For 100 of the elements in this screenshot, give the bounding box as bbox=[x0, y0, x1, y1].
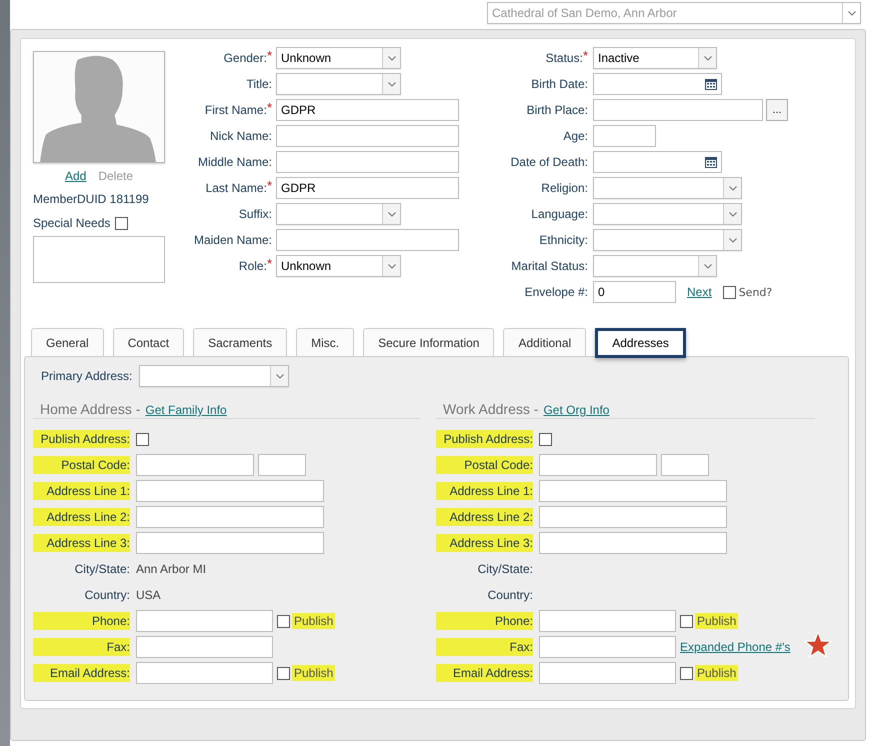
field-label: Maiden Name: bbox=[194, 233, 272, 247]
field-label: Birth Place: bbox=[526, 103, 588, 117]
tab[interactable]: Contact bbox=[112, 328, 184, 356]
text-field[interactable] bbox=[539, 506, 727, 528]
field-label: Title: bbox=[246, 77, 272, 91]
section-title: Home Address - bbox=[40, 401, 140, 417]
text-field[interactable] bbox=[136, 610, 273, 632]
tab[interactable]: General bbox=[31, 328, 104, 356]
text-field[interactable] bbox=[539, 532, 727, 554]
text-field[interactable] bbox=[661, 454, 709, 476]
text-field[interactable] bbox=[136, 662, 273, 684]
field-label: Address Line 1: bbox=[436, 482, 533, 500]
field-label: Publish Address: bbox=[33, 430, 130, 448]
field-label: Country: bbox=[84, 587, 130, 604]
checkbox[interactable] bbox=[680, 614, 693, 628]
tab[interactable]: Additional bbox=[503, 328, 586, 356]
text-field[interactable]: GDPR bbox=[276, 177, 459, 199]
browse-button[interactable]: ... bbox=[766, 99, 788, 121]
section-link[interactable]: Get Org Info bbox=[543, 403, 610, 417]
dropdown[interactable] bbox=[276, 73, 401, 95]
required-mark: * bbox=[266, 178, 272, 193]
checkbox[interactable] bbox=[680, 666, 693, 680]
text-field[interactable] bbox=[593, 99, 763, 121]
tab[interactable]: Misc. bbox=[296, 328, 354, 356]
text-field[interactable]: GDPR bbox=[276, 99, 459, 121]
dropdown[interactable] bbox=[593, 229, 742, 251]
chevron-down-icon bbox=[276, 374, 284, 378]
field-label: Suffix: bbox=[238, 207, 272, 221]
dropdown[interactable] bbox=[593, 255, 717, 277]
field-label: Address Line 1: bbox=[33, 482, 130, 500]
field-label: Primary Address: bbox=[41, 369, 132, 383]
text-field[interactable] bbox=[539, 610, 676, 632]
text-field[interactable]: 0 bbox=[593, 281, 676, 303]
text-field[interactable] bbox=[136, 454, 254, 476]
field-label: Status: bbox=[546, 51, 583, 65]
dropdown[interactable]: Unknown bbox=[276, 255, 401, 277]
dropdown[interactable]: Unknown bbox=[276, 47, 401, 69]
field-label: Middle Name: bbox=[198, 155, 272, 169]
checkbox[interactable] bbox=[722, 286, 736, 298]
field-label: Phone: bbox=[436, 612, 533, 630]
checkbox[interactable] bbox=[539, 432, 552, 446]
field-label: Address Line 3: bbox=[436, 534, 533, 552]
section-link[interactable]: Get Family Info bbox=[145, 403, 227, 417]
chevron-down-icon bbox=[388, 56, 396, 60]
checkbox[interactable] bbox=[277, 614, 290, 628]
chevron-down-icon bbox=[388, 82, 396, 86]
text-field[interactable] bbox=[276, 125, 459, 147]
expanded-phone-link[interactable]: Expanded Phone #'s bbox=[680, 640, 790, 654]
field-label: Email Address: bbox=[33, 664, 130, 682]
text-field[interactable] bbox=[539, 454, 657, 476]
chevron-down-icon bbox=[704, 56, 712, 60]
calendar-icon[interactable] bbox=[705, 156, 717, 168]
chevron-down-icon bbox=[704, 264, 712, 268]
checkbox[interactable] bbox=[136, 432, 149, 446]
photo-action-link[interactable]: Add bbox=[64, 169, 86, 183]
field-label: Publish Address: bbox=[436, 430, 533, 448]
field-label: Birth Date: bbox=[531, 77, 588, 91]
text-field[interactable] bbox=[276, 151, 459, 173]
field-label: Gender: bbox=[224, 51, 267, 65]
field-label: Postal Code: bbox=[436, 456, 533, 474]
field-label: Ethnicity: bbox=[539, 233, 588, 247]
field-label: Address Line 2: bbox=[33, 508, 130, 526]
notes-field[interactable] bbox=[33, 236, 165, 283]
dropdown[interactable] bbox=[593, 203, 742, 225]
text-field[interactable] bbox=[539, 480, 727, 502]
checkbox[interactable] bbox=[115, 216, 128, 230]
dropdown[interactable] bbox=[139, 365, 290, 387]
field-label: Phone: bbox=[33, 612, 130, 630]
field-label: Nick Name: bbox=[210, 129, 272, 143]
required-mark: * bbox=[266, 48, 272, 63]
member-id: MemberDUID 181199 bbox=[33, 192, 150, 206]
checkbox-label: Publish bbox=[695, 665, 738, 681]
field-label: Language: bbox=[531, 207, 588, 221]
tab[interactable]: Secure Information bbox=[363, 328, 494, 356]
text-field[interactable] bbox=[276, 229, 459, 251]
tab[interactable]: Sacraments bbox=[193, 328, 288, 356]
checkbox[interactable] bbox=[277, 666, 290, 680]
text-field[interactable] bbox=[136, 532, 324, 554]
tab[interactable]: Addresses bbox=[595, 328, 686, 358]
field-label: Country: bbox=[486, 587, 533, 604]
field-label: Last Name: bbox=[206, 181, 267, 195]
text-field[interactable] bbox=[136, 506, 324, 528]
text-field[interactable] bbox=[539, 662, 676, 684]
calendar-icon[interactable] bbox=[705, 78, 717, 90]
field-label: Role: bbox=[238, 259, 267, 273]
text-field[interactable] bbox=[258, 454, 306, 476]
date-field[interactable] bbox=[593, 73, 722, 95]
field-label: Address Line 2: bbox=[436, 508, 533, 526]
chevron-down-icon bbox=[388, 212, 396, 216]
checkbox-label: Special Needs bbox=[33, 216, 110, 230]
dropdown[interactable] bbox=[276, 203, 401, 225]
text-field[interactable] bbox=[539, 636, 676, 658]
chevron-down-icon bbox=[728, 238, 736, 242]
text-field[interactable] bbox=[593, 125, 656, 147]
text-field[interactable] bbox=[136, 480, 324, 502]
text-field[interactable] bbox=[136, 636, 273, 658]
date-field[interactable] bbox=[593, 151, 722, 173]
next-link[interactable]: Next bbox=[687, 285, 712, 299]
dropdown[interactable]: Inactive bbox=[593, 47, 717, 69]
field-value: Ann Arbor MI bbox=[136, 562, 206, 576]
